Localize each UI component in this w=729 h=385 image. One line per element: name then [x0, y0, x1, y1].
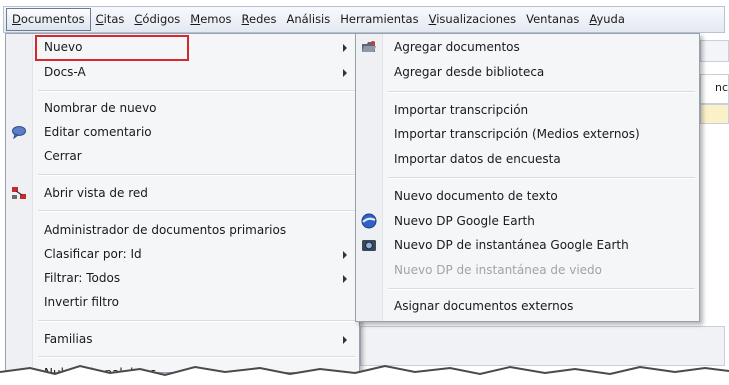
menu-analisis[interactable]: Análisis — [281, 9, 335, 30]
menu-citas[interactable]: Citas — [91, 9, 130, 30]
menu-item-cerrar[interactable]: Cerrar — [8, 145, 357, 167]
submenu-item-importar-transcripcion[interactable]: Importar transcripción — [358, 99, 697, 121]
menu-separator — [38, 174, 355, 176]
menu-item-familias[interactable]: Familias — [8, 328, 357, 350]
menu-redes[interactable]: Redes — [237, 9, 282, 30]
background-text-fragment: nc — [715, 81, 729, 94]
menu-ventanas[interactable]: Ventanas — [521, 9, 584, 30]
google-earth-icon — [361, 213, 377, 229]
submenu-arrow-icon — [343, 44, 347, 52]
menu-visualizaciones[interactable]: Visualizaciones — [424, 9, 522, 30]
torn-edge — [0, 364, 729, 385]
submenu-arrow-icon — [343, 251, 347, 259]
submenu-item-agregar-documentos[interactable]: Agregar documentos — [358, 36, 697, 58]
submenu-item-nuevo-dp-instantanea-google-earth[interactable]: Nuevo DP de instantánea Google Earth — [358, 234, 697, 256]
menu-separator — [38, 320, 355, 322]
menu-item-editar-comentario[interactable]: Editar comentario — [8, 121, 357, 143]
open-folder-icon — [361, 39, 377, 55]
submenu-item-agregar-desde-biblioteca[interactable]: Agregar desde biblioteca — [358, 61, 697, 83]
menu-item-abrir-vista-de-red[interactable]: Abrir vista de red — [8, 182, 357, 204]
submenu-item-nuevo-documento-de-texto[interactable]: Nuevo documento de texto — [358, 185, 697, 207]
background-panel-right: nc — [700, 74, 729, 104]
nuevo-submenu: Agregar documentos Agregar desde bibliot… — [355, 33, 700, 322]
menu-separator — [38, 210, 355, 212]
menu-item-administrador-documentos[interactable]: Administrador de documentos primarios — [8, 219, 357, 241]
highlight-box — [35, 35, 189, 61]
snapshot-camera-icon — [361, 237, 377, 253]
menu-separator — [388, 91, 695, 93]
documentos-menu: Nuevo Docs-A Nombrar de nuevo Editar com… — [5, 33, 360, 380]
menu-ayuda[interactable]: Ayuda — [584, 9, 630, 30]
submenu-arrow-icon — [343, 336, 347, 344]
comment-bubble-icon — [11, 124, 27, 140]
submenu-item-asignar-documentos-externos[interactable]: Asignar documentos externos — [358, 295, 697, 317]
menu-separator — [38, 90, 355, 92]
submenu-item-importar-datos-de-encuesta[interactable]: Importar datos de encuesta — [358, 148, 697, 170]
menu-herramientas[interactable]: Herramientas — [335, 9, 423, 30]
menu-separator — [388, 177, 695, 179]
submenu-arrow-icon — [343, 275, 347, 283]
menu-item-docs-a[interactable]: Docs-A — [8, 61, 357, 83]
background-toolbar — [700, 40, 729, 62]
network-view-icon — [11, 185, 27, 201]
submenu-item-nuevo-dp-google-earth[interactable]: Nuevo DP Google Earth — [358, 210, 697, 232]
menu-documentos[interactable]: Documentos — [6, 8, 91, 31]
menu-separator — [388, 288, 695, 290]
menu-bar: Documentos Citas Códigos Memos Redes Aná… — [3, 6, 725, 33]
menu-separator — [38, 356, 355, 358]
menu-item-clasificar-por[interactable]: Clasificar por: Id — [8, 243, 357, 265]
menu-item-invertir-filtro[interactable]: Invertir filtro — [8, 291, 357, 313]
menu-memos[interactable]: Memos — [185, 9, 236, 30]
submenu-item-importar-transcripcion-medios-externos[interactable]: Importar transcripción (Medios externos) — [358, 123, 697, 145]
menu-codigos[interactable]: Códigos — [129, 9, 185, 30]
background-panel-yellow — [700, 104, 729, 124]
background-pane-lower — [360, 326, 725, 366]
submenu-item-nuevo-dp-instantanea-de-video: Nuevo DP de instantánea de viedo — [394, 263, 602, 277]
menu-item-nombrar-de-nuevo[interactable]: Nombrar de nuevo — [8, 97, 357, 119]
menu-item-filtrar[interactable]: Filtrar: Todos — [8, 267, 357, 289]
submenu-arrow-icon — [343, 69, 347, 77]
